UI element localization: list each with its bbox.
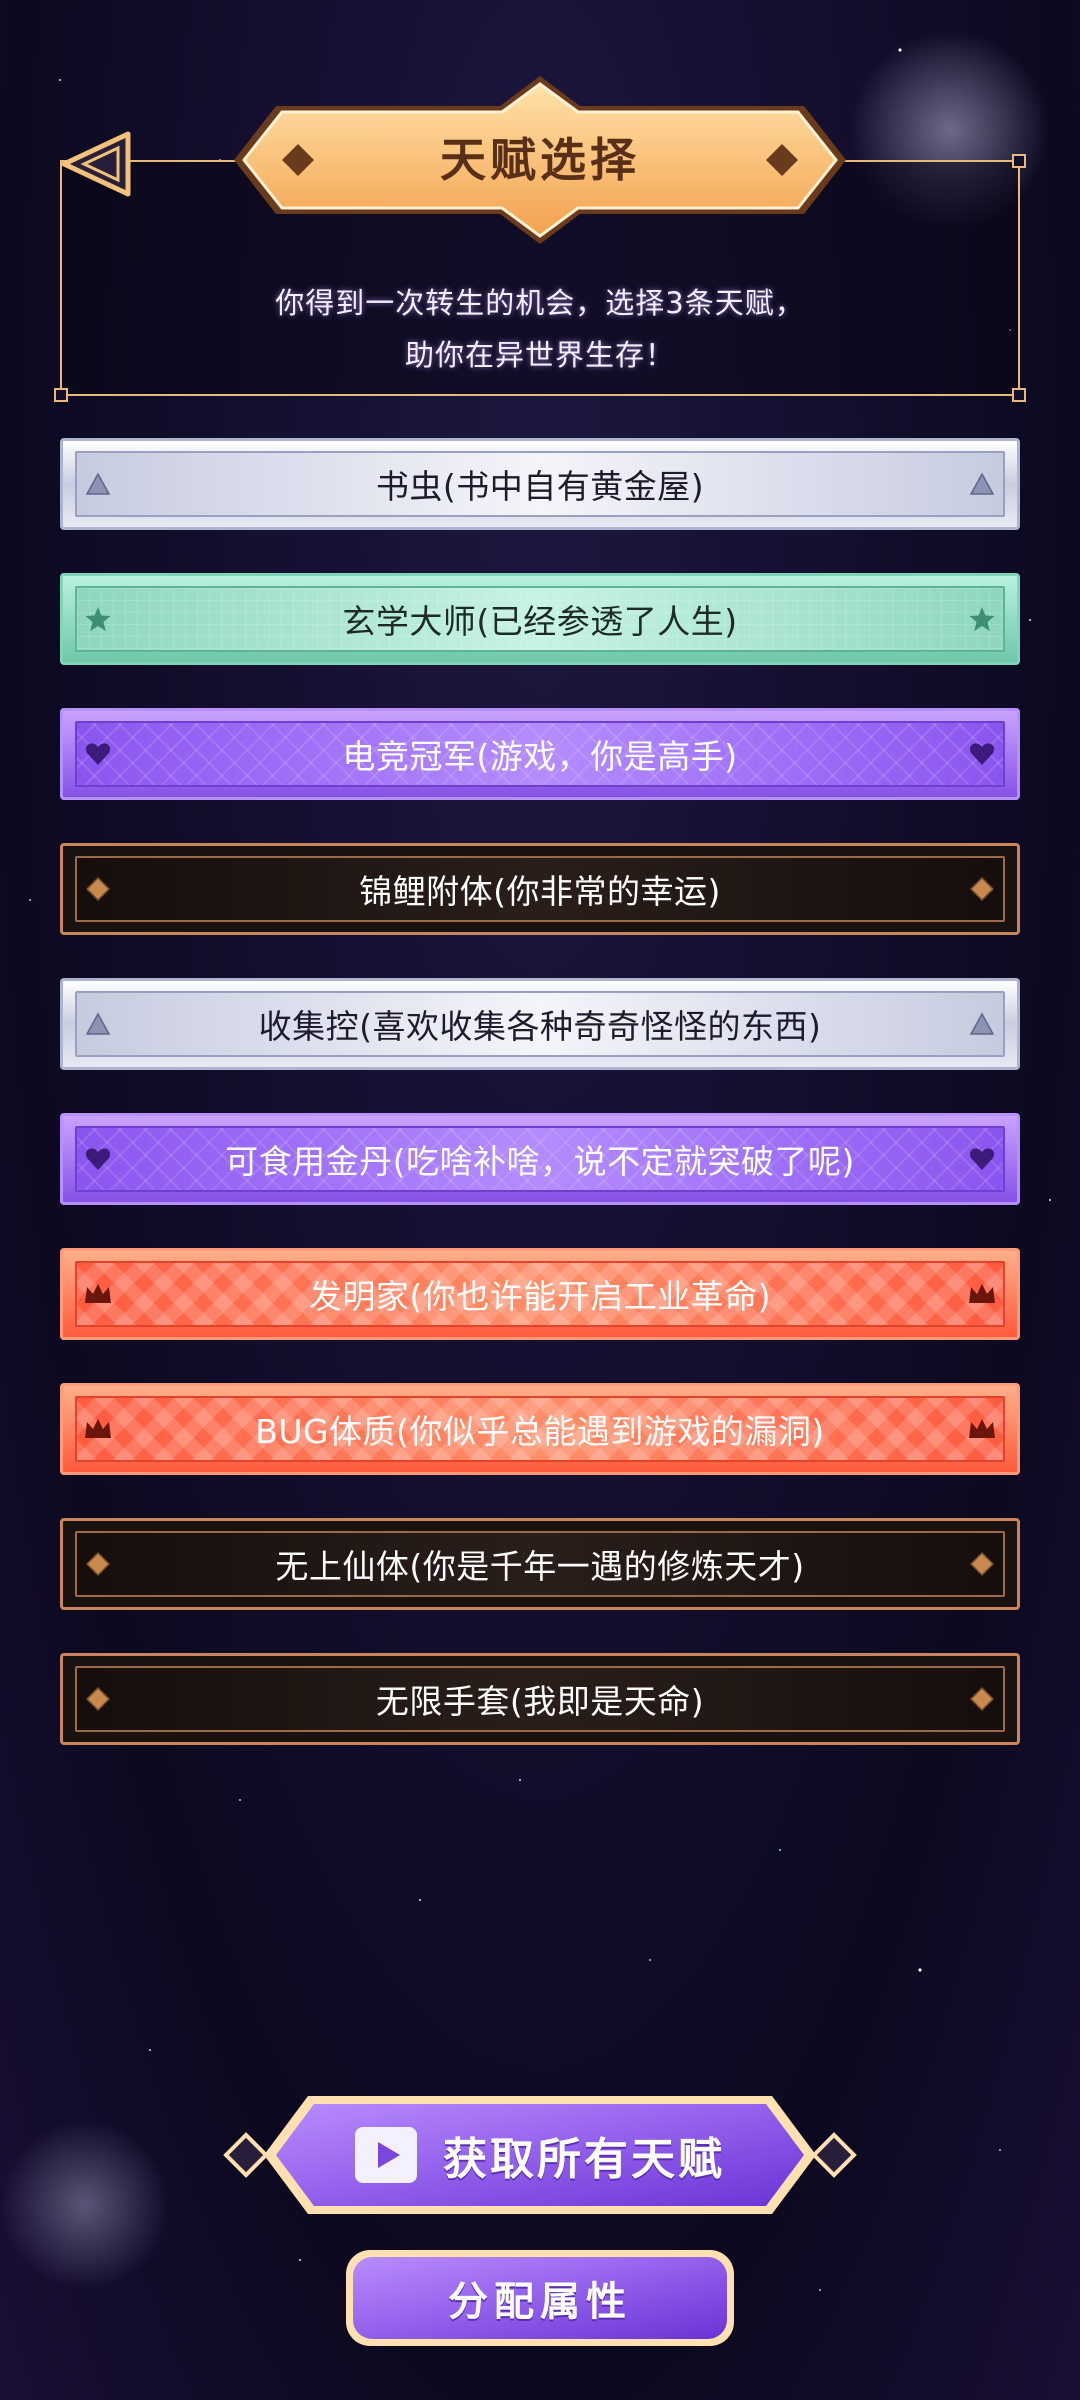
heart-gem-icon [967, 739, 997, 769]
get-all-talents-label: 获取所有天赋 [443, 2134, 725, 2185]
crown-icon [83, 1414, 113, 1444]
video-play-icon [355, 2127, 417, 2183]
talent-option[interactable]: 可食用金丹(吃啥补啥，说不定就突破了呢) [60, 1113, 1020, 1205]
page-title: 天赋选择 [440, 133, 640, 187]
talent-option[interactable]: 无上仙体(你是千年一遇的修炼天才) [60, 1518, 1020, 1610]
triangle-gem-icon [967, 469, 997, 499]
diamond-gem-icon [83, 874, 113, 904]
talent-label: 收集控(喜欢收集各种奇奇怪怪的东西) [258, 1007, 822, 1046]
talent-option[interactable]: 玄学大师(已经参透了人生) [60, 573, 1020, 665]
talent-option[interactable]: 锦鲤附体(你非常的幸运) [60, 843, 1020, 935]
get-all-talents-button[interactable]: 获取所有天赋 [220, 2092, 860, 2218]
talent-option[interactable]: 书虫(书中自有黄金屋) [60, 438, 1020, 530]
triangle-gem-icon [967, 1009, 997, 1039]
talent-option[interactable]: 收集控(喜欢收集各种奇奇怪怪的东西) [60, 978, 1020, 1070]
triangle-gem-icon [83, 469, 113, 499]
talent-label: 无限手套(我即是天命) [375, 1682, 705, 1721]
diamond-gem-icon [83, 1549, 113, 1579]
back-button[interactable] [58, 128, 138, 200]
talent-label: 无上仙体(你是千年一遇的修炼天才) [275, 1547, 805, 1586]
crown-icon [967, 1414, 997, 1444]
talent-option[interactable]: 发明家(你也许能开启工业革命) [60, 1248, 1020, 1340]
intro-line-2: 助你在异世界生存！ [404, 338, 675, 372]
back-arrow-icon [61, 131, 131, 197]
heart-gem-icon [83, 1144, 113, 1174]
talent-option[interactable]: BUG体质(你似乎总能遇到游戏的漏洞) [60, 1383, 1020, 1475]
star-gem-icon [83, 604, 113, 634]
diamond-gem-icon [967, 874, 997, 904]
heart-gem-icon [967, 1144, 997, 1174]
nebula-glow [0, 2120, 170, 2290]
talent-label: BUG体质(你似乎总能遇到游戏的漏洞) [255, 1412, 825, 1451]
star-gem-icon [967, 604, 997, 634]
intro-text: 你得到一次转生的机会，选择3条天赋， 助你在异世界生存！ [62, 277, 1018, 381]
allocate-attributes-button[interactable]: 分配属性 [344, 2248, 736, 2348]
intro-line-1: 你得到一次转生的机会，选择3条天赋， [275, 286, 805, 320]
talent-label: 可食用金丹(吃啥补啥，说不定就突破了呢) [225, 1142, 855, 1181]
triangle-gem-icon [83, 1009, 113, 1039]
heart-gem-icon [83, 739, 113, 769]
diamond-gem-icon [83, 1684, 113, 1714]
title-banner: 天赋选择 [226, 76, 854, 244]
crown-icon [83, 1279, 113, 1309]
crown-icon [967, 1279, 997, 1309]
talent-label: 发明家(你也许能开启工业革命) [308, 1277, 772, 1316]
talent-option[interactable]: 无限手套(我即是天命) [60, 1653, 1020, 1745]
allocate-attributes-label: 分配属性 [448, 2279, 632, 2325]
talent-label: 书虫(书中自有黄金屋) [375, 467, 705, 506]
talent-label: 电竞冠军(游戏，你是高手) [342, 737, 738, 776]
diamond-gem-icon [967, 1549, 997, 1579]
talent-label: 玄学大师(已经参透了人生) [342, 602, 738, 641]
talent-option[interactable]: 电竞冠军(游戏，你是高手) [60, 708, 1020, 800]
talent-label: 锦鲤附体(你非常的幸运) [359, 872, 721, 911]
diamond-gem-icon [967, 1684, 997, 1714]
